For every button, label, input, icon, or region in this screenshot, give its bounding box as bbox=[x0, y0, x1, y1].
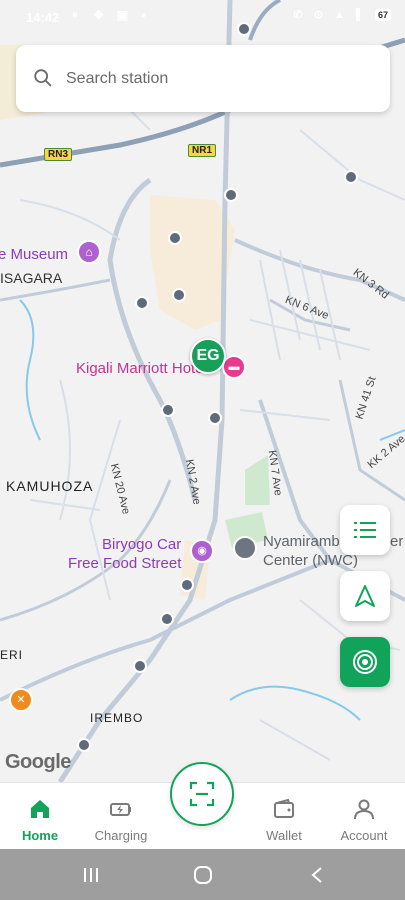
station-list-button[interactable] bbox=[340, 505, 390, 555]
nav-charging[interactable]: Charging bbox=[81, 783, 161, 850]
recent-apps-icon bbox=[84, 868, 98, 882]
museum-icon[interactable]: ⌂ bbox=[77, 240, 101, 264]
battery-icon: 67 bbox=[374, 9, 391, 21]
bus-stop-icon[interactable] bbox=[224, 188, 238, 202]
system-navigation-bar bbox=[0, 849, 405, 900]
route-shield-nr1: NR1 bbox=[188, 144, 217, 157]
navigate-button[interactable] bbox=[340, 571, 390, 621]
place-label: ERI bbox=[0, 648, 24, 662]
status-bar: 14:42 ⚬ ✥ ▣ • ✆ ⊙ ▲ ▌ 67 bbox=[0, 0, 405, 34]
wallet-icon bbox=[274, 798, 294, 818]
account-icon bbox=[354, 799, 374, 820]
place-label: ISAGARA bbox=[0, 270, 63, 286]
bus-stop-icon[interactable] bbox=[208, 411, 222, 425]
system-status-icons: ✆ ⊙ ▲ ▌ 67 bbox=[294, 8, 391, 21]
home-circle-icon bbox=[194, 866, 212, 884]
home-system-button[interactable] bbox=[188, 861, 218, 889]
route-shield-rn3: RN3 bbox=[44, 148, 73, 161]
place-label: Center (NWC) bbox=[263, 552, 359, 569]
nav-wallet[interactable]: Wallet bbox=[244, 783, 324, 850]
navigation-arrow-icon bbox=[355, 585, 375, 607]
nav-label: Account bbox=[340, 828, 388, 843]
search-icon bbox=[34, 69, 52, 87]
place-label: Kigali Marriott Hote bbox=[76, 360, 204, 377]
status-time: 14:42 bbox=[26, 10, 60, 25]
back-button[interactable] bbox=[302, 861, 332, 889]
locate-target-icon bbox=[353, 650, 377, 674]
place-label: Nyamiramb bbox=[263, 533, 340, 550]
scan-icon bbox=[189, 781, 215, 807]
place-label: Free Food Street bbox=[68, 555, 182, 572]
locate-button[interactable] bbox=[340, 637, 390, 687]
bus-stop-icon[interactable] bbox=[160, 612, 174, 626]
list-icon bbox=[354, 522, 376, 538]
notification-icons: ⚬ ✥ ▣ • bbox=[70, 8, 151, 22]
back-icon bbox=[311, 867, 322, 883]
nav-label: Wallet bbox=[266, 828, 302, 843]
place-label: KAMUHOZA bbox=[6, 478, 94, 494]
nav-account[interactable]: Account bbox=[324, 783, 404, 850]
bus-stop-icon[interactable] bbox=[135, 296, 149, 310]
bus-stop-icon[interactable] bbox=[161, 403, 175, 417]
bus-stop-icon[interactable] bbox=[344, 170, 358, 184]
pin-icon[interactable] bbox=[233, 536, 257, 560]
charging-station-marker[interactable]: EG bbox=[190, 338, 226, 374]
place-label: Biryogo Car bbox=[102, 536, 182, 553]
recent-apps-button[interactable] bbox=[76, 861, 106, 889]
nav-label: Charging bbox=[94, 828, 148, 843]
bus-stop-icon[interactable] bbox=[180, 578, 194, 592]
restaurant-icon[interactable]: ✕ bbox=[9, 688, 33, 712]
bus-stop-icon[interactable] bbox=[133, 659, 147, 673]
place-label: er bbox=[390, 533, 404, 550]
search-input[interactable] bbox=[66, 65, 366, 92]
battery-charging-icon bbox=[110, 803, 131, 816]
bus-stop-icon[interactable] bbox=[168, 231, 182, 245]
bus-stop-icon[interactable] bbox=[172, 288, 186, 302]
place-label: IREMBO bbox=[90, 711, 144, 725]
camera-icon[interactable]: ◉ bbox=[190, 539, 214, 563]
scan-button[interactable] bbox=[170, 762, 234, 826]
place-label: e Museum bbox=[0, 246, 69, 263]
home-icon bbox=[31, 800, 49, 818]
nav-home[interactable]: Home bbox=[0, 783, 80, 850]
search-bar[interactable] bbox=[16, 45, 390, 112]
bus-stop-icon[interactable] bbox=[77, 738, 91, 752]
nav-label: Home bbox=[21, 828, 59, 843]
google-attribution: Google bbox=[5, 751, 71, 773]
signal-icons: ✆ ⊙ ▲ ▌ bbox=[293, 9, 368, 21]
